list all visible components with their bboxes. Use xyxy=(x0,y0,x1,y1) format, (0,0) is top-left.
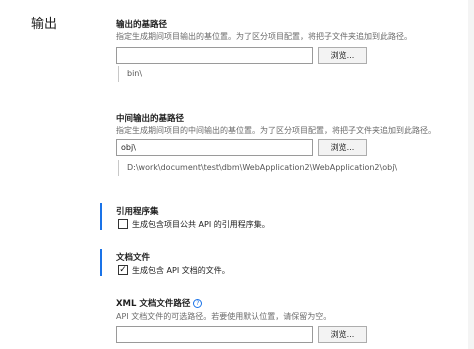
xml-doc-path-heading: XML 文档文件路径? xyxy=(116,297,203,309)
intermediate-output-preview: D:\work\document\test\dbm\WebApplication… xyxy=(118,160,397,176)
base-output-input[interactable] xyxy=(116,47,313,64)
base-output-preview: bin\ xyxy=(118,66,142,82)
info-icon[interactable]: ? xyxy=(193,299,203,308)
base-output-heading: 输出的基路径 xyxy=(116,20,168,30)
base-output-browse-button[interactable]: 浏览... xyxy=(318,47,367,64)
xml-doc-path-browse-button[interactable]: 浏览... xyxy=(318,326,367,343)
base-output-description: 指定生成期间项目输出的基位置。为了区分项目配置，将把子文件夹追加到此路径。 xyxy=(116,32,412,41)
xml-doc-path-description: API 文档文件的可选路径。若要使用默认位置，请保留为空。 xyxy=(116,312,332,321)
documentation-file-checkbox[interactable]: ✓ xyxy=(118,265,128,275)
reference-assembly-checkbox-label[interactable]: 生成包含项目公共 API 的引用程序集。 xyxy=(132,219,270,230)
checkmark-icon: ✓ xyxy=(119,265,127,275)
documentation-file-checkbox-label[interactable]: 生成包含 API 文档的文件。 xyxy=(132,265,230,276)
reference-assembly-accent-bar xyxy=(100,203,102,230)
reference-assembly-checkbox[interactable] xyxy=(118,219,128,229)
documentation-file-accent-bar xyxy=(100,249,102,276)
reference-assembly-heading: 引用程序集 xyxy=(116,207,159,217)
documentation-file-heading: 文档文件 xyxy=(116,253,151,263)
intermediate-output-input[interactable]: obj\ xyxy=(116,139,313,156)
intermediate-output-description: 指定生成期间项目的中间输出的基位置。为了区分项目配置，将把子文件夹追加到此路径。 xyxy=(116,126,436,135)
xml-doc-path-heading-text: XML 文档文件路径 xyxy=(116,299,191,309)
scrollbar[interactable] xyxy=(468,0,474,349)
intermediate-output-browse-button[interactable]: 浏览... xyxy=(318,139,367,156)
xml-doc-path-input[interactable] xyxy=(116,326,313,343)
intermediate-output-heading: 中间输出的基路径 xyxy=(116,114,185,124)
section-title: 输出 xyxy=(31,17,58,32)
